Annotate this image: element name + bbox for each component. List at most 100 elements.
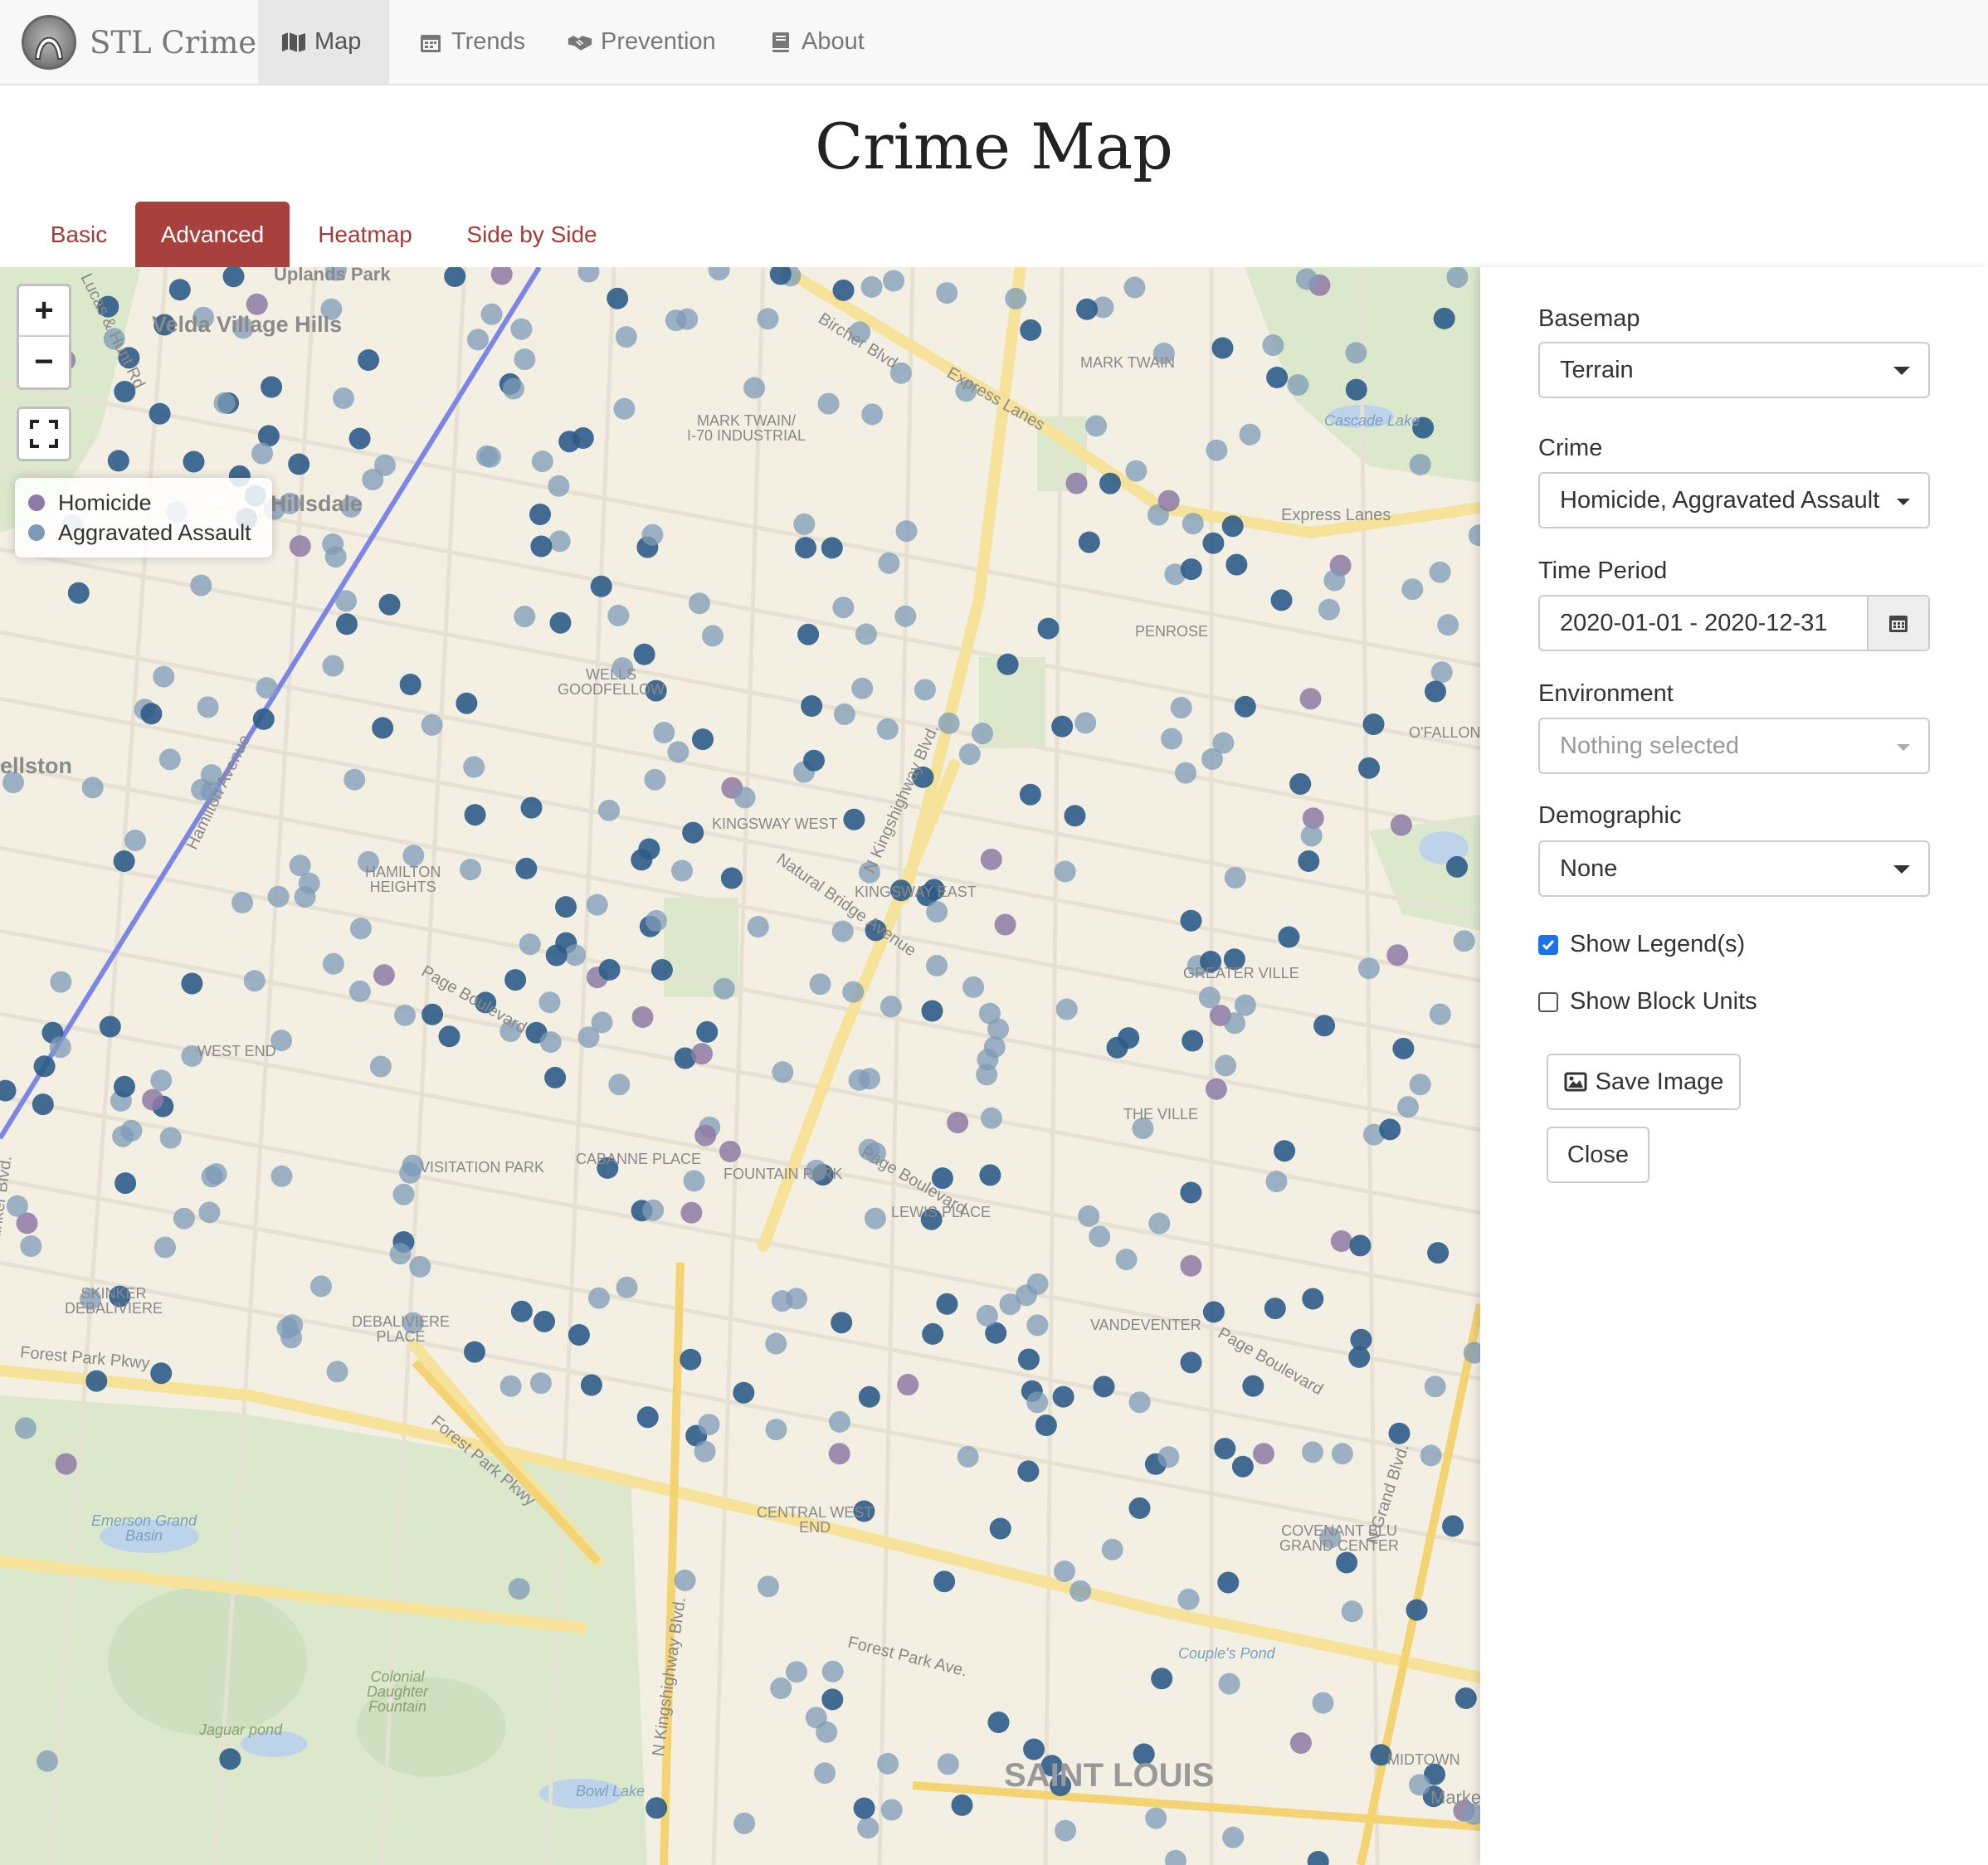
- crime-marker[interactable]: [607, 287, 629, 309]
- crime-marker[interactable]: [1211, 337, 1234, 359]
- crime-marker[interactable]: [1148, 1212, 1171, 1234]
- crime-marker[interactable]: [828, 1443, 850, 1465]
- crime-marker[interactable]: [1302, 1288, 1324, 1310]
- crime-marker[interactable]: [876, 718, 899, 740]
- close-button[interactable]: Close: [1547, 1127, 1649, 1183]
- crime-marker[interactable]: [378, 593, 401, 616]
- crime-marker[interactable]: [460, 859, 482, 881]
- crime-marker[interactable]: [616, 1276, 638, 1298]
- crime-marker[interactable]: [20, 1235, 42, 1257]
- crime-marker[interactable]: [67, 582, 90, 604]
- crime-marker[interactable]: [463, 756, 485, 778]
- fullscreen-button[interactable]: [17, 407, 71, 461]
- crime-marker[interactable]: [514, 606, 536, 628]
- crime-marker[interactable]: [937, 1753, 959, 1775]
- crime-marker[interactable]: [114, 1075, 135, 1098]
- crime-marker[interactable]: [1345, 342, 1367, 364]
- crime-marker[interactable]: [1409, 1074, 1431, 1096]
- crime-marker[interactable]: [831, 920, 854, 942]
- crime-marker[interactable]: [510, 318, 533, 340]
- crime-marker[interactable]: [1231, 1455, 1254, 1478]
- crime-marker[interactable]: [256, 677, 278, 699]
- crime-marker[interactable]: [173, 1207, 195, 1230]
- crime-marker[interactable]: [1101, 1538, 1123, 1561]
- crime-marker[interactable]: [358, 349, 380, 371]
- crime-marker[interactable]: [877, 1752, 899, 1775]
- crime-marker[interactable]: [197, 696, 219, 718]
- crime-marker[interactable]: [326, 1361, 348, 1383]
- crime-marker[interactable]: [1357, 957, 1380, 980]
- crime-marker[interactable]: [1202, 532, 1225, 554]
- time-period-input[interactable]: 2020-01-01 - 2020-12-31: [1538, 595, 1930, 651]
- crime-marker[interactable]: [989, 1517, 1011, 1540]
- crime-marker[interactable]: [392, 1183, 415, 1205]
- crime-marker[interactable]: [1118, 1027, 1140, 1049]
- crime-marker[interactable]: [499, 1375, 522, 1397]
- zoom-out-button[interactable]: −: [19, 337, 69, 387]
- crime-marker[interactable]: [81, 777, 104, 799]
- crime-marker[interactable]: [933, 1570, 956, 1593]
- crime-marker[interactable]: [373, 964, 395, 986]
- demographic-select[interactable]: None: [1538, 840, 1930, 897]
- crime-marker[interactable]: [1392, 1037, 1415, 1059]
- crime-marker[interactable]: [914, 679, 936, 701]
- crime-marker[interactable]: [1289, 1732, 1312, 1754]
- crime-marker[interactable]: [1289, 773, 1312, 795]
- crime-marker[interactable]: [544, 1066, 567, 1088]
- crime-marker[interactable]: [1055, 998, 1078, 1020]
- crime-marker[interactable]: [987, 1712, 1010, 1733]
- crime-marker[interactable]: [1157, 1446, 1180, 1468]
- crime-marker[interactable]: [1099, 472, 1121, 494]
- crime-marker[interactable]: [1161, 728, 1183, 750]
- crime-marker[interactable]: [1345, 378, 1367, 401]
- crime-marker[interactable]: [972, 723, 993, 745]
- crime-marker[interactable]: [1128, 1391, 1151, 1414]
- crime-marker[interactable]: [590, 575, 612, 597]
- crime-marker[interactable]: [694, 1124, 717, 1147]
- crime-marker[interactable]: [577, 1026, 600, 1049]
- crime-marker[interactable]: [456, 692, 478, 714]
- tab-advanced[interactable]: Advanced: [135, 202, 290, 268]
- crime-marker[interactable]: [1336, 1551, 1358, 1574]
- crime-marker[interactable]: [665, 309, 687, 332]
- crime-marker[interactable]: [833, 703, 855, 725]
- crime-marker[interactable]: [733, 1381, 755, 1404]
- crime-marker[interactable]: [1433, 307, 1455, 329]
- crime-marker[interactable]: [962, 976, 985, 998]
- crime-marker[interactable]: [519, 933, 541, 956]
- crime-marker[interactable]: [158, 748, 181, 771]
- crime-marker[interactable]: [1037, 617, 1060, 640]
- crime-marker[interactable]: [1170, 697, 1192, 718]
- crime-marker[interactable]: [49, 1036, 71, 1059]
- crime-marker[interactable]: [140, 703, 163, 725]
- show-legends-checkbox-row[interactable]: Show Legend(s): [1538, 931, 1745, 958]
- crime-marker[interactable]: [281, 1314, 304, 1337]
- crime-marker[interactable]: [1157, 489, 1180, 512]
- crime-marker[interactable]: [1145, 1807, 1167, 1829]
- crime-marker[interactable]: [842, 981, 865, 1003]
- crime-marker[interactable]: [631, 1006, 654, 1028]
- crime-marker[interactable]: [1265, 1171, 1288, 1193]
- tab-basic[interactable]: Basic: [32, 202, 126, 268]
- crime-marker[interactable]: [1341, 1600, 1363, 1623]
- crime-marker[interactable]: [733, 786, 756, 809]
- crime-marker[interactable]: [1427, 1242, 1450, 1264]
- crime-marker[interactable]: [150, 1069, 173, 1092]
- crime-marker[interactable]: [994, 913, 1016, 936]
- crime-marker[interactable]: [720, 867, 743, 889]
- crime-marker[interactable]: [1270, 589, 1293, 611]
- crime-marker[interactable]: [190, 574, 212, 597]
- crime-marker[interactable]: [646, 1797, 668, 1819]
- crime-marker[interactable]: [786, 1661, 807, 1683]
- crime-marker[interactable]: [641, 523, 664, 546]
- crime-marker[interactable]: [1323, 569, 1346, 592]
- crime-marker[interactable]: [580, 1374, 602, 1396]
- crime-marker[interactable]: [1307, 1851, 1329, 1865]
- crime-marker[interactable]: [99, 1015, 121, 1038]
- crime-marker[interactable]: [702, 625, 724, 647]
- show-block-units-checkbox[interactable]: [1538, 991, 1558, 1012]
- crime-marker[interactable]: [1026, 1391, 1049, 1414]
- crime-marker[interactable]: [153, 665, 175, 688]
- crime-marker[interactable]: [1409, 1774, 1430, 1796]
- crime-marker[interactable]: [6, 1195, 28, 1217]
